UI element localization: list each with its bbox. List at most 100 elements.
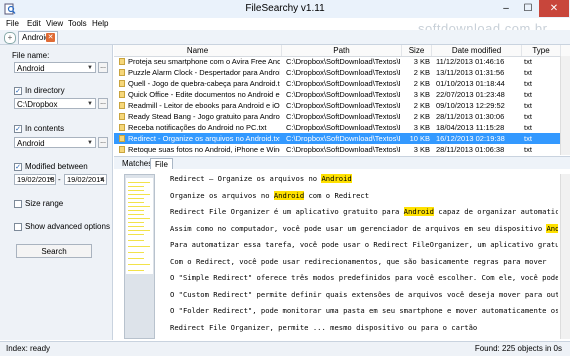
minimap-match-mark (128, 252, 144, 253)
date-to-input[interactable]: 19/02/2014 ▼ (64, 174, 107, 185)
cell-date: 13/11/2013 01:31:56 (436, 68, 505, 77)
column-path[interactable]: Path (282, 45, 402, 56)
table-row[interactable]: Proteja seu smartphone com o Avira Free … (114, 56, 570, 67)
file-name-browse-button[interactable]: ... (98, 62, 108, 73)
preview-tab-bar: Matches File (114, 156, 570, 170)
cell-size: 2 KB (413, 79, 430, 88)
match-highlight: Android (321, 174, 352, 183)
minimap-match-mark (128, 206, 150, 207)
preview-line: O "Custom Redirect" permite definir quai… (170, 290, 558, 299)
table-row[interactable]: Retoque suas fotos no Android, iPhone e … (114, 144, 570, 155)
match-highlight: Android (546, 223, 558, 233)
cell-date: 09/10/2013 12:29:52 (436, 101, 505, 110)
date-from-input[interactable]: 19/02/2013 ▼ (14, 174, 56, 185)
search-button[interactable]: Search (16, 244, 92, 258)
match-minimap[interactable] (124, 174, 155, 339)
directory-browse-button[interactable]: ... (98, 98, 108, 109)
minimap-match-mark (128, 218, 150, 219)
cell-size: 3 KB (413, 90, 430, 99)
menu-tools[interactable]: Tools (68, 18, 87, 30)
in-directory-checkbox[interactable]: ✓ (14, 87, 22, 95)
text-file-icon (119, 80, 125, 87)
menu-view[interactable]: View (46, 18, 63, 30)
cell-type: txt (524, 123, 532, 132)
menu-help[interactable]: Help (92, 18, 108, 30)
table-row[interactable]: Redirect - Organize os arquivos no Andro… (114, 133, 570, 144)
table-row[interactable]: Ready Stead Bang - Jogo gratuito para An… (114, 111, 570, 122)
menu-edit[interactable]: Edit (27, 18, 41, 30)
minimap-match-mark (128, 234, 144, 235)
add-tab-icon[interactable]: + (4, 32, 16, 44)
table-row[interactable]: Quick Office - Edite documentos no Andro… (114, 89, 570, 100)
preview-scrollbar[interactable] (560, 174, 570, 339)
calendar-dropdown-icon: ▼ (48, 177, 54, 183)
minimap-match-mark (128, 264, 150, 265)
preview-line: Com o Redirect, você pode usar redirecio… (170, 257, 546, 266)
cell-name: Puzzle Alarm Clock - Despertador para An… (128, 68, 280, 77)
show-advanced-checkbox[interactable] (14, 223, 22, 231)
cell-path: C:\Dropbox\SoftDownload\Textos\Pu... (286, 90, 400, 99)
minimap-match-mark (128, 194, 150, 195)
cell-type: txt (524, 134, 532, 143)
cell-date: 16/12/2013 02:19:38 (436, 134, 505, 143)
cell-name: Receba notificações do Android no PC.txt (128, 123, 267, 132)
search-options-panel: File name: Android ▼ ... ✓ In directory … (0, 45, 113, 340)
close-button[interactable]: ✕ (539, 0, 569, 17)
contents-browse-button[interactable]: ... (98, 137, 108, 148)
chevron-down-icon: ▼ (87, 65, 93, 71)
cell-size: 3 KB (413, 123, 430, 132)
minimap-viewport (126, 178, 153, 274)
contents-value: Android (17, 139, 45, 148)
column-name[interactable]: Name (114, 45, 282, 56)
cell-path: C:\Dropbox\SoftDownload\Textos\Pu... (286, 57, 400, 66)
minimap-match-mark (128, 240, 144, 241)
preview-line: Assim como no computador, você pode usar… (170, 223, 558, 233)
minimap-match-mark (128, 186, 144, 187)
cell-name: Quick Office - Edite documentos no Andro… (128, 90, 280, 99)
cell-size: 2 KB (413, 68, 430, 77)
preview-line: Redirect File Organizer, permite ... mes… (170, 323, 477, 332)
minimap-match-mark (128, 190, 144, 191)
cell-size: 2 KB (413, 112, 430, 121)
text-file-icon (119, 135, 125, 142)
text-file-icon (119, 102, 125, 109)
table-row[interactable]: Puzzle Alarm Clock - Despertador para An… (114, 67, 570, 78)
column-size[interactable]: Size (402, 45, 432, 56)
index-status: Index: ready (6, 344, 51, 353)
cell-date: 11/12/2013 01:46:16 (436, 57, 505, 66)
column-type[interactable]: Type (522, 45, 561, 56)
search-tab[interactable]: Android ✕ (18, 31, 58, 44)
table-row[interactable]: Receba notificações do Android no PC.txt… (114, 122, 570, 133)
results-scrollbar[interactable] (560, 56, 570, 155)
preview-line: Redirect – Organize os arquivos no Andro… (170, 174, 352, 183)
size-range-checkbox[interactable] (14, 200, 22, 208)
minimap-match-mark (128, 270, 144, 271)
cell-size: 10 KB (409, 134, 430, 143)
table-row[interactable]: Readmill - Leitor de ebooks para Android… (114, 100, 570, 111)
in-contents-checkbox[interactable]: ✓ (14, 125, 22, 133)
minimap-match-mark (128, 230, 150, 231)
column-date-modified[interactable]: Date modified (432, 45, 522, 56)
in-contents-label: In contents (25, 124, 65, 133)
preview-text-segment: O "Folder Redirect", pode monitorar uma … (170, 306, 558, 315)
directory-input[interactable]: C:\Dropbox ▼ (14, 98, 96, 109)
preview-text-segment: ... (312, 322, 326, 332)
menu-file[interactable]: File (6, 18, 19, 30)
window-title: FileSearchy v1.11 (245, 3, 325, 14)
cell-name: Quell - Jogo de quebra-cabeça para Andro… (128, 79, 280, 88)
table-row[interactable]: Quell - Jogo de quebra-cabeça para Andro… (114, 78, 570, 89)
size-range-label: Size range (25, 199, 64, 208)
cell-size: 2 KB (413, 101, 430, 110)
minimap-match-mark (128, 226, 144, 227)
maximize-button[interactable]: ☐ (517, 0, 539, 17)
modified-between-checkbox[interactable]: ✓ (14, 163, 22, 171)
minimap-match-mark (128, 214, 144, 215)
contents-input[interactable]: Android ▼ (14, 137, 96, 148)
cell-date: 01/10/2013 01:18:44 (436, 79, 505, 88)
tab-file[interactable]: File (150, 158, 173, 169)
file-name-input[interactable]: Android ▼ (14, 62, 96, 73)
preview-text-segment: Redirect – Organize os arquivos no (170, 174, 322, 183)
preview-text-segment: O "Custom Redirect" permite definir quai… (170, 289, 558, 299)
close-tab-icon[interactable]: ✕ (46, 33, 55, 42)
minimize-button[interactable]: – (495, 0, 517, 17)
